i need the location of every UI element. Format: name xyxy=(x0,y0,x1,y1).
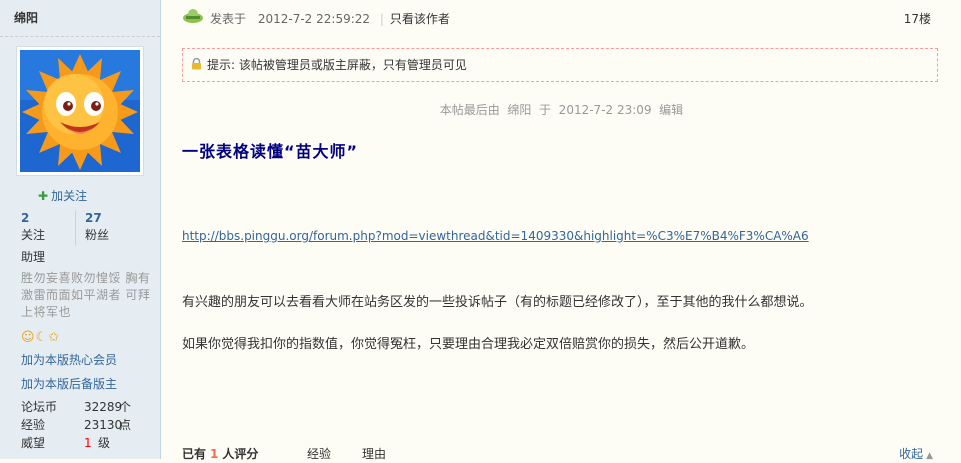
user-motto: 胜勿妄喜败勿惶馁 胸有激雷而面如平湖者 可拜上将军也 xyxy=(21,271,151,319)
fans-count: 27 xyxy=(85,211,102,225)
user-rank: 助理 xyxy=(21,250,46,264)
stat-row-coins: 论坛币 32289 个 xyxy=(21,400,132,414)
thread-link[interactable]: http://bbs.pinggu.org/forum.php?mod=view… xyxy=(182,229,809,243)
rating-column-reason: 理由 xyxy=(362,447,387,461)
author-sidebar: 绵阳 ✚ 加关注 2 关注 27 粉丝 助理 胜勿妄喜败勿惶馁 胸有激雷而面如平… xyxy=(0,0,161,459)
add-backup-moderator-link[interactable]: 加为本版后备版主 xyxy=(21,375,117,392)
posted-time: 2012-7-2 22:59:22 xyxy=(257,12,371,26)
add-fan-member-link[interactable]: 加为本版热心会员 xyxy=(21,351,117,368)
floor-number[interactable]: 17楼 xyxy=(904,8,931,30)
edit-info: 本帖最后由 绵阳 于 2012-7-2 23:09 编辑 xyxy=(439,103,684,117)
author-name[interactable]: 绵阳 xyxy=(0,0,160,37)
rating-summary: 已有 1 人评分 xyxy=(182,447,259,461)
follow-button[interactable]: ✚ 加关注 xyxy=(38,187,87,204)
post-paragraph-2: 如果你觉得我扣你的指数值，你觉得冤枉，只要理由合理我必定双倍赔赏你的损失，然后公… xyxy=(182,337,755,352)
following-count: 2 xyxy=(21,211,30,225)
post-header: 发表于 2012-7-2 22:59:22 | 只看该作者 xyxy=(182,8,450,30)
stat-row-prestige: 威望 1 级 xyxy=(21,436,111,450)
user-stats: 论坛币 32289 个 经验 23130 点 威望 1 级 xyxy=(21,398,151,452)
moon-icon[interactable]: ☾ xyxy=(36,330,48,345)
plus-icon: ✚ xyxy=(38,189,49,203)
fans-stat[interactable]: 27 粉丝 xyxy=(85,210,109,244)
post-title: 一张表格读懂“苗大师” xyxy=(182,142,359,161)
following-stat[interactable]: 2 关注 xyxy=(21,210,45,244)
sun-icon[interactable]: ☺ xyxy=(21,330,35,345)
rating-bar: 已有 1 人评分 经验 理由 收起 ▲ xyxy=(182,442,938,463)
chevron-up-icon: ▲ xyxy=(926,451,933,461)
collapse-button[interactable]: 收起 ▲ xyxy=(899,445,933,462)
online-user-icon xyxy=(182,8,204,31)
posted-label: 发表于 xyxy=(210,12,247,26)
post-content: 发表于 2012-7-2 22:59:22 | 只看该作者 17楼 提示: 该帖被… xyxy=(162,0,961,461)
avatar[interactable] xyxy=(16,46,144,176)
following-label: 关注 xyxy=(21,228,46,242)
stat-row-exp: 经验 23130 点 xyxy=(21,418,132,432)
rating-column-exp: 经验 xyxy=(307,447,332,461)
star-icon[interactable]: ✩ xyxy=(48,330,59,345)
sun-avatar-image xyxy=(20,50,140,172)
blocked-notice: 提示: 该帖被管理员或版主屏蔽，只有管理员可见 xyxy=(182,48,938,82)
lock-icon xyxy=(191,50,202,82)
stat-divider xyxy=(75,210,76,246)
fans-label: 粉丝 xyxy=(85,228,110,242)
post-paragraph-1: 有兴趣的朋友可以去看看大师在站务区发的一些投诉帖子（有的标题已经修改了），至于其… xyxy=(182,295,813,310)
medal-row: ☺☾✩ xyxy=(21,330,60,346)
author-only-link[interactable]: 只看该作者 xyxy=(390,12,450,26)
